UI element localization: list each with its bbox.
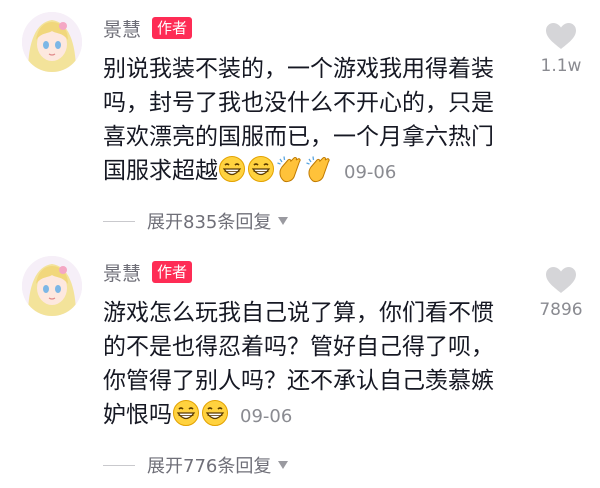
comment-item: 景慧 作者 别说我装不装的，一个游戏我用得着装吗，封号了我也没什么不开心的，只是… [0,0,600,244]
avatar[interactable] [22,12,82,72]
like-button[interactable]: 1.1w [536,22,586,76]
heart-icon [546,23,576,49]
author-badge: 作者 [152,261,193,283]
comment-item: 景慧 作者 游戏怎么玩我自己说了算，你们看不惯的不是也得忍着吗？管好自己得了呗，… [0,244,600,488]
like-button[interactable]: 7896 [536,266,586,320]
comment-text: 游戏怎么玩我自己说了算，你们看不惯的不是也得忍着吗？管好自己得了呗，你管得了别人… [103,300,494,428]
clap-icon [276,155,304,183]
expand-replies-label: 展开835条回复 [147,212,272,233]
expand-replies-button[interactable]: 展开776条回复 [103,452,289,478]
expand-replies-button[interactable]: 展开835条回复 [103,208,289,234]
divider [103,220,135,222]
expand-replies-label: 展开776条回复 [147,456,272,477]
comment-content[interactable]: 游戏怎么玩我自己说了算，你们看不惯的不是也得忍着吗？管好自己得了呗，你管得了别人… [103,296,505,434]
caret-down-icon [278,217,289,225]
divider [103,464,135,466]
heart-icon [546,267,576,293]
comment-date: 09-06 [240,406,293,427]
comment-content[interactable]: 别说我装不装的，一个游戏我用得着装吗，封号了我也没什么不开心的，只是喜欢漂亮的国… [103,52,505,190]
grin-icon [218,155,246,183]
author-badge: 作者 [152,17,193,39]
comment-date: 09-06 [344,162,397,183]
grin-icon [247,155,275,183]
username[interactable]: 景慧 [103,18,141,42]
caret-down-icon [278,461,289,469]
like-count: 7896 [539,300,583,320]
like-count: 1.1w [540,56,582,76]
clap-icon [305,155,333,183]
avatar[interactable] [22,256,82,316]
grin-icon [201,399,229,427]
username[interactable]: 景慧 [103,262,141,286]
grin-icon [172,399,200,427]
